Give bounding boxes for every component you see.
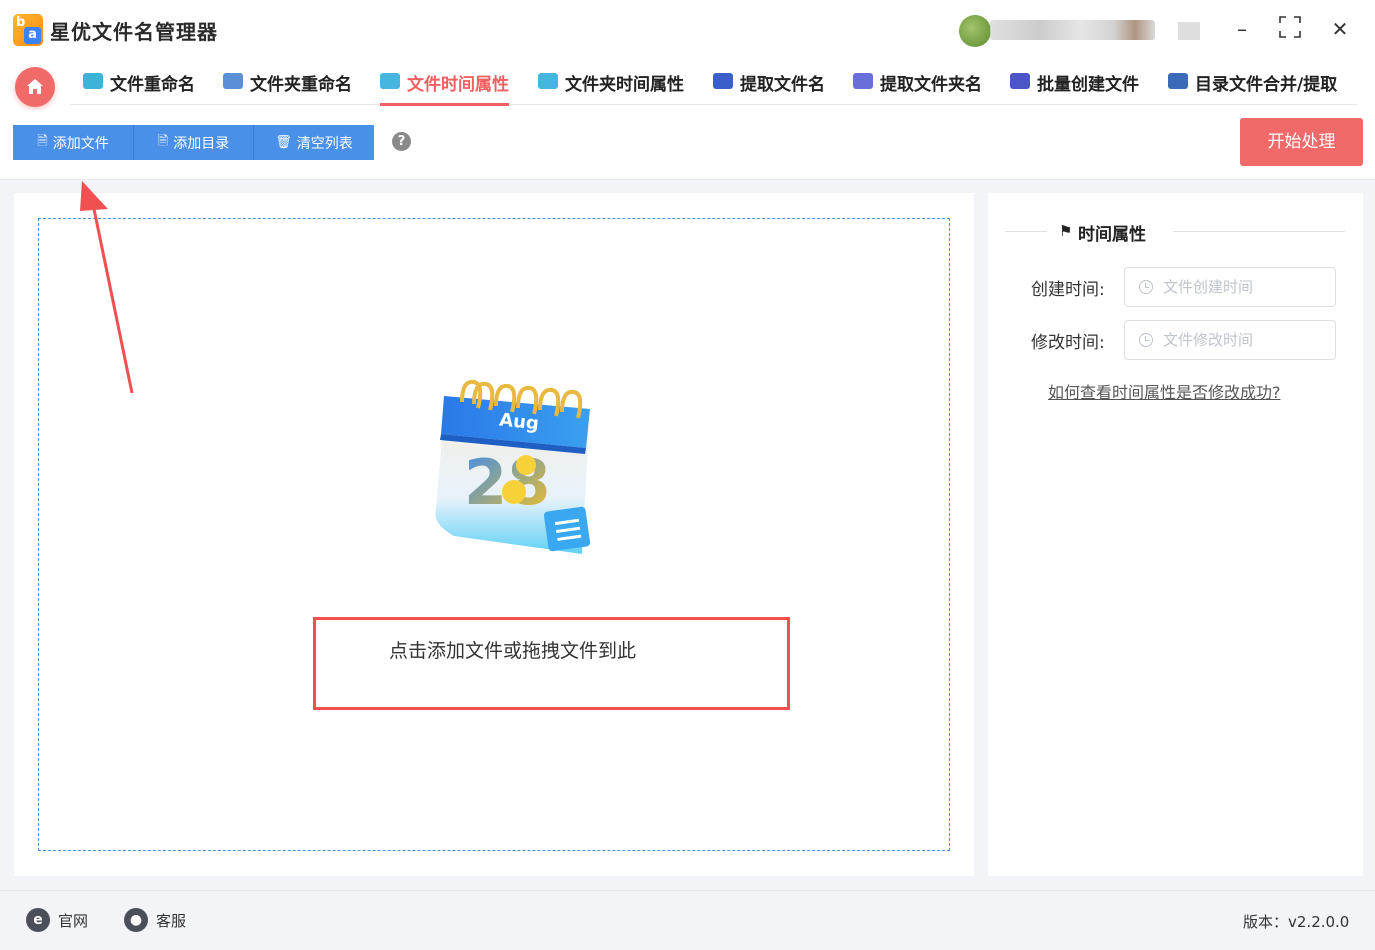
drop-hint-text: 点击添加文件或拖拽文件到此	[389, 640, 637, 662]
modify-time-input[interactable]	[1163, 329, 1328, 351]
clock-icon	[1139, 333, 1153, 347]
check-time-help-link[interactable]: 如何查看时间属性是否修改成功?	[1048, 379, 1281, 403]
title-bar: ba 星优文件名管理器 – ✕	[0, 0, 1375, 58]
tab-extract-filename[interactable]: 提取文件名	[713, 70, 825, 106]
svg-text:Aug: Aug	[498, 410, 540, 435]
tab-folder-rename[interactable]: 文件夹重命名	[223, 70, 352, 106]
maximize-button[interactable]	[1277, 16, 1303, 42]
create-time-input[interactable]	[1163, 276, 1328, 298]
minimize-button[interactable]: –	[1229, 16, 1255, 42]
home-icon	[27, 79, 43, 94]
close-button[interactable]: ✕	[1327, 16, 1353, 42]
trash-icon: 🗑	[275, 135, 292, 150]
create-time-field[interactable]	[1124, 267, 1336, 307]
folder-rename-icon	[223, 73, 243, 89]
file-list-panel: Aug 28 点击添加文件或拖拽文件到此	[14, 193, 974, 876]
browser-icon: e	[26, 908, 50, 932]
start-process-button[interactable]: 开始处理	[1240, 118, 1363, 166]
panel-header: ⚑ 时间属性	[988, 219, 1363, 245]
drop-hint-box: 点击添加文件或拖拽文件到此	[313, 617, 790, 710]
merge-extract-icon	[1168, 73, 1188, 89]
tab-folder-time[interactable]: 文件夹时间属性	[538, 70, 684, 106]
file-icon: 🗎	[37, 133, 48, 149]
file-button-group: 🗎 添加文件 🗎 添加目录 🗑 清空列表	[13, 125, 374, 160]
add-directory-button[interactable]: 🗎 添加目录	[134, 125, 254, 160]
footer: e 官网 ● 客服 版本：v2.2.0.0	[0, 890, 1375, 950]
add-file-button[interactable]: 🗎 添加文件	[13, 125, 134, 160]
red-arrow-icon	[80, 181, 134, 394]
home-button[interactable]	[15, 67, 55, 107]
clear-list-button[interactable]: 🗑 清空列表	[254, 125, 374, 160]
calendar-illustration-icon: Aug 28	[435, 379, 591, 554]
app-logo: ba	[13, 14, 43, 46]
tab-file-rename[interactable]: 文件重命名	[83, 70, 195, 106]
panel-title: 时间属性	[1078, 225, 1146, 245]
extract-foldername-icon	[853, 73, 873, 89]
user-name-blurred	[990, 20, 1155, 40]
tab-batch-create[interactable]: 批量创建文件	[1010, 70, 1139, 106]
maximize-icon	[1279, 16, 1301, 38]
user-extra-blurred	[1178, 22, 1200, 40]
nav-bar: 文件重命名 文件夹重命名 文件时间属性 文件夹时间属性 提取文件名 提取文件夹名…	[0, 58, 1375, 110]
chat-icon: ●	[124, 908, 148, 932]
flag-icon: ⚑	[1059, 222, 1073, 240]
divider	[1005, 231, 1047, 232]
user-avatar[interactable]	[959, 15, 991, 47]
tab-file-time[interactable]: 文件时间属性	[380, 70, 509, 106]
file-rename-icon	[83, 73, 103, 89]
modify-time-label: 修改时间:	[1031, 333, 1105, 353]
extract-filename-icon	[713, 73, 733, 89]
toolbar: 🗎 添加文件 🗎 添加目录 🗑 清空列表 ? 开始处理	[0, 110, 1375, 180]
clock-icon	[1139, 280, 1153, 294]
folder-time-icon	[538, 73, 558, 89]
create-time-label: 创建时间:	[1031, 280, 1105, 300]
file-time-icon	[380, 73, 400, 89]
time-attributes-panel: ⚑ 时间属性 创建时间: 修改时间: 如何查看时间属性是否修改成功?	[988, 193, 1363, 876]
version-label: 版本：v2.2.0.0	[1243, 913, 1350, 931]
website-link[interactable]: e 官网	[26, 908, 88, 932]
app-title: 星优文件名管理器	[50, 20, 218, 44]
divider	[1173, 231, 1345, 232]
help-icon[interactable]: ?	[392, 132, 411, 151]
batch-create-icon	[1010, 73, 1030, 89]
modify-time-field[interactable]	[1124, 320, 1336, 360]
file-icon: 🗎	[157, 133, 169, 149]
tab-extract-foldername[interactable]: 提取文件夹名	[853, 70, 982, 106]
support-link[interactable]: ● 客服	[124, 908, 186, 932]
file-drop-zone[interactable]: Aug 28 点击添加文件或拖拽文件到此	[38, 218, 950, 851]
tab-merge-extract[interactable]: 目录文件合并/提取	[1168, 70, 1337, 106]
